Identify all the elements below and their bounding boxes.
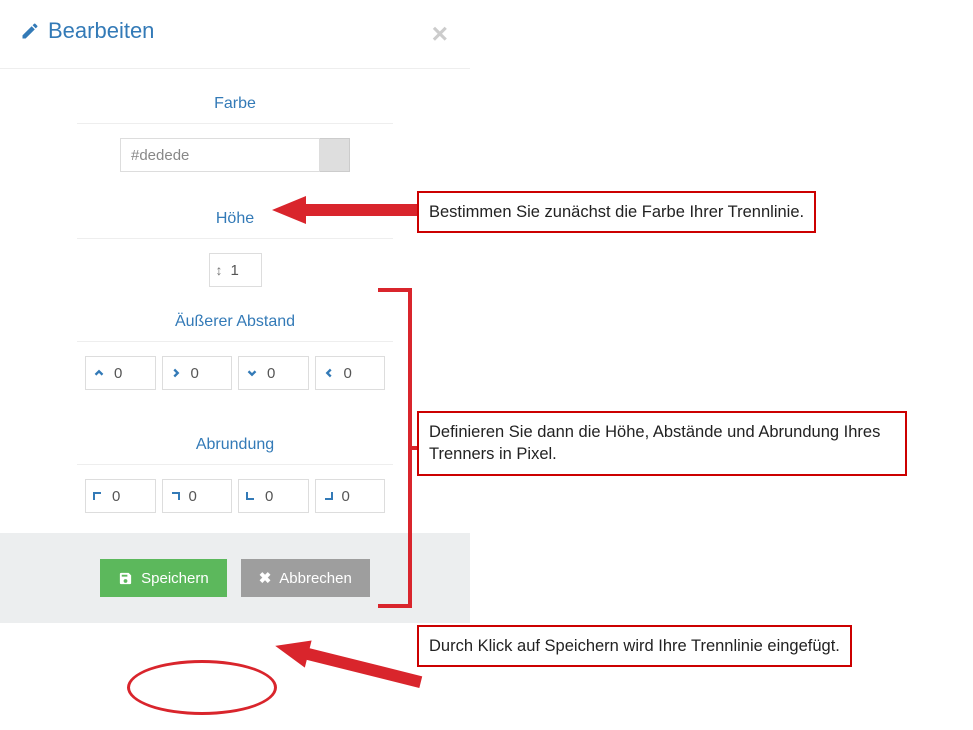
corner-tr-icon [169, 488, 181, 504]
dialog-header: Bearbeiten × [0, 0, 470, 69]
color-row [85, 138, 385, 172]
rounding-tr-input[interactable] [187, 487, 226, 506]
close-icon[interactable]: × [432, 20, 448, 48]
annotation-save-ellipse [127, 660, 277, 715]
margin-left-input[interactable] [342, 364, 379, 383]
dialog-title: Bearbeiten [20, 18, 450, 44]
rounding-tl-cell [85, 479, 156, 513]
section-label-color: Farbe [77, 69, 393, 124]
annotation-callout-1: Bestimmen Sie zunächst die Farbe Ihrer T… [417, 191, 816, 233]
rounding-br-cell [315, 479, 386, 513]
height-input[interactable] [229, 261, 253, 280]
annotation-callout-3: Durch Klick auf Speichern wird Ihre Tren… [417, 625, 852, 667]
corner-bl-icon [245, 488, 257, 504]
margin-right-cell [162, 356, 233, 390]
section-margin: Äußerer Abstand [0, 287, 470, 390]
margin-row [85, 356, 385, 390]
annotation-arrow-3 [273, 636, 423, 692]
save-button-label: Speichern [141, 570, 209, 587]
section-color: Farbe [0, 69, 470, 172]
pencil-icon [20, 21, 40, 41]
section-label-rounding: Abrundung [77, 410, 393, 465]
color-swatch[interactable] [320, 138, 350, 172]
height-input-wrap: ↕ [209, 253, 262, 287]
margin-bottom-input[interactable] [265, 364, 302, 383]
corner-br-icon [322, 488, 334, 504]
rounding-br-input[interactable] [340, 487, 379, 506]
margin-top-cell [85, 356, 156, 390]
save-icon [118, 571, 133, 586]
section-height: Höhe ↕ [0, 184, 470, 287]
section-label-height: Höhe [77, 184, 393, 239]
margin-right-input[interactable] [189, 364, 226, 383]
margin-left-cell [315, 356, 386, 390]
rounding-tl-input[interactable] [110, 487, 149, 506]
chevron-down-icon [245, 365, 259, 381]
corner-tl-icon [92, 488, 104, 504]
cancel-button-label: Abbrechen [279, 570, 352, 587]
chevron-left-icon [322, 365, 336, 381]
updown-icon: ↕ [216, 262, 223, 278]
color-input[interactable] [120, 138, 320, 172]
annotation-callout-2: Definieren Sie dann die Höhe, Abstände u… [417, 411, 907, 476]
edit-dialog: Bearbeiten × Farbe Höhe ↕ Äußerer Abstan… [0, 0, 470, 623]
cancel-icon: ✖ [259, 569, 272, 587]
section-label-margin: Äußerer Abstand [77, 287, 393, 342]
rounding-tr-cell [162, 479, 233, 513]
rounding-bl-cell [238, 479, 309, 513]
cancel-button[interactable]: ✖ Abbrechen [241, 559, 370, 597]
margin-bottom-cell [238, 356, 309, 390]
save-button[interactable]: Speichern [100, 559, 227, 597]
section-rounding: Abrundung [0, 410, 470, 513]
rounding-row [85, 479, 385, 513]
margin-top-input[interactable] [112, 364, 149, 383]
chevron-up-icon [92, 365, 106, 381]
dialog-footer: Speichern ✖ Abbrechen [0, 533, 470, 623]
rounding-bl-input[interactable] [263, 487, 302, 506]
dialog-title-text: Bearbeiten [48, 18, 154, 44]
chevron-right-icon [169, 365, 183, 381]
